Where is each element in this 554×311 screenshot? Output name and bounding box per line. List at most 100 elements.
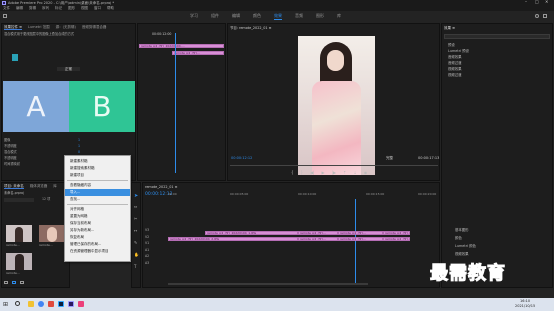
effects-tree-item[interactable]: 视频过渡 <box>448 72 469 78</box>
prop-value[interactable]: 1 <box>78 144 80 149</box>
browser-icon[interactable] <box>38 301 44 307</box>
timeline-clip[interactable]: remote_p4_(文)... <box>383 231 410 235</box>
project-search-input[interactable] <box>4 198 34 202</box>
menu-view-hidden[interactable]: 查看隐藏内容 <box>65 182 130 189</box>
home-icon[interactable] <box>3 14 7 18</box>
track-label[interactable]: A2 <box>145 253 149 260</box>
icon-view-icon[interactable] <box>12 281 16 284</box>
slip-tool-icon[interactable]: ↔ <box>134 228 137 234</box>
timeline-clip[interactable]: remote_p4_(文)... <box>338 237 383 241</box>
timeline-clip[interactable]: remote_p4_(文)_20220104_1.JPG <box>205 231 298 235</box>
workspace-assembly[interactable]: 组件 <box>211 13 219 20</box>
timeline-playhead[interactable] <box>355 199 356 285</box>
tab-audio-mixer[interactable]: 音频剪辑混合器 <box>82 25 107 29</box>
track-label[interactable]: A3 <box>145 260 149 267</box>
play-icon[interactable]: ▶ <box>322 170 325 176</box>
menu-align-grid[interactable]: 对齐网格 <box>65 206 130 213</box>
effects-search-input[interactable] <box>444 34 550 39</box>
tab-media-browser[interactable]: 媒体浏览器 <box>30 184 48 188</box>
selection-tool-icon[interactable]: ➤ <box>134 193 138 199</box>
workspace-graphics[interactable]: 图形 <box>316 13 324 20</box>
list-view-icon[interactable] <box>4 281 8 284</box>
extract-icon[interactable]: ⇣ <box>353 170 356 176</box>
new-bin-icon[interactable] <box>20 281 24 284</box>
timeline-clip[interactable]: remote_p4_(文)... <box>298 237 338 241</box>
source-playhead[interactable] <box>175 33 176 173</box>
prop-value[interactable]: 1 <box>78 138 80 143</box>
effects-panel-title[interactable]: 效果 ≡ <box>444 26 455 30</box>
pen-tool-icon[interactable]: ✎ <box>134 240 137 246</box>
menu-reset-grid[interactable]: 重置为网格 <box>65 213 130 220</box>
lower-panel-item[interactable]: Lumetri 颜色 <box>455 242 476 250</box>
menu-find[interactable]: 查找... <box>65 196 130 203</box>
timeline-scrollbar[interactable] <box>168 283 368 285</box>
timeline-clip[interactable]: remote_p4_(文)... <box>383 237 410 241</box>
tab-libraries[interactable]: 库 <box>53 184 57 188</box>
track-label[interactable]: V3 <box>145 227 149 234</box>
lower-panel-item[interactable]: 基本图形 <box>455 226 476 234</box>
menu-new-bin[interactable]: 新建素材箱 <box>65 158 130 165</box>
taskbar-clock[interactable]: 16:10 <box>520 299 530 303</box>
app-icon[interactable] <box>48 301 54 307</box>
project-thumb[interactable] <box>6 225 32 242</box>
timeline-title[interactable]: remote_2022_01 ≡ <box>145 185 177 189</box>
prop-value[interactable]: 0 <box>78 150 80 155</box>
start-icon[interactable]: ⊞ <box>3 301 8 308</box>
lower-panel-item[interactable]: 颜色 <box>455 234 476 242</box>
ripple-tool-icon[interactable]: ⇔ <box>134 204 137 210</box>
lift-icon[interactable]: ⇡ <box>343 170 346 176</box>
hand-tool-icon[interactable]: ✋ <box>134 252 139 258</box>
tab-lumetri-scopes[interactable]: Lumetri 范围 <box>28 25 50 29</box>
step-forward-icon[interactable]: |▶ <box>332 170 336 176</box>
menu-reveal-in-explorer[interactable]: 在资源管理器中显示项目 <box>65 248 130 255</box>
chat-icon[interactable] <box>78 301 84 307</box>
premiere-taskbar-icon[interactable] <box>68 301 74 307</box>
timeline-clip[interactable]: remote_p4_(文)_20220104_2.JPG <box>168 237 298 241</box>
step-back-icon[interactable]: ◀| <box>310 170 314 176</box>
project-thumb[interactable] <box>39 225 65 242</box>
menu-save-layout[interactable]: 保存当前布局 <box>65 220 130 227</box>
workspace-libraries[interactable]: 库 <box>337 13 341 20</box>
explorer-icon[interactable] <box>28 301 34 307</box>
timeline-ruler[interactable]: 00:00 00:00:05:00 00:00:10:00 00:00:15:0… <box>168 192 438 199</box>
workspace-editing[interactable]: 编辑 <box>232 13 240 20</box>
source-clip-1[interactable]: remote_p4_(文)_20220104.... <box>139 44 224 48</box>
tab-source[interactable]: 源：(无剪辑) <box>56 25 76 29</box>
share-icon[interactable] <box>543 14 547 18</box>
timeline-clip[interactable]: remote_p4_(文)... <box>338 231 383 235</box>
photoshop-icon[interactable] <box>58 301 64 307</box>
track-label[interactable]: V1 <box>145 240 149 247</box>
razor-tool-icon[interactable]: ✂ <box>134 216 137 222</box>
type-tool-icon[interactable]: T <box>134 264 136 270</box>
workspace-color[interactable]: 颜色 <box>253 13 261 20</box>
timeline-clip[interactable]: remote_p4_(文)... <box>298 231 338 235</box>
menu-import[interactable]: 导入... <box>65 189 130 196</box>
mark-out-icon[interactable]: } <box>301 170 304 176</box>
mark-in-icon[interactable]: { <box>291 170 294 176</box>
ruler-tick: 00:00 <box>168 192 177 196</box>
menu-save-as-layout[interactable]: 另存为新布局... <box>65 227 130 234</box>
menu-manage-layouts[interactable]: 管理已保存的布局... <box>65 241 130 248</box>
camera-icon[interactable]: ◉ <box>364 170 368 176</box>
workspace-effects[interactable]: 效果 <box>274 13 282 20</box>
lower-panel-item[interactable]: 视频效果 <box>455 250 476 258</box>
menu-restore-layout[interactable]: 恢复布局 <box>65 234 130 241</box>
search-icon[interactable] <box>535 14 539 18</box>
tab-effect-controls[interactable]: 效果控件 ≡ <box>4 25 23 31</box>
program-monitor-title[interactable]: 节目: remote_2022_01 ≡ <box>230 26 271 30</box>
workspace-learn[interactable]: 学习 <box>190 13 198 20</box>
source-clip-2[interactable]: remote_p4_(文)... <box>172 51 224 55</box>
track-headers: V3 V2 V1 A1 A2 A3 <box>145 227 149 266</box>
tab-project[interactable]: 项目: 未命名 <box>4 184 24 190</box>
menu-new-search-bin[interactable]: 新建搜索素材箱 <box>65 165 130 172</box>
workspace-audio[interactable]: 音频 <box>295 13 303 20</box>
menu-new-item[interactable]: 新建项目 <box>65 172 130 179</box>
project-thumb[interactable] <box>6 253 32 270</box>
program-scrub-bar[interactable] <box>230 165 438 166</box>
project-bottom-toolbar <box>4 281 24 284</box>
blend-mode-value[interactable]: 正常 <box>57 67 80 72</box>
taskbar-date[interactable]: 2021/10/15 <box>515 304 535 308</box>
program-timecode-current[interactable]: 00:00:12:12 <box>231 156 252 160</box>
program-fit-select[interactable]: 完整 <box>386 156 393 160</box>
search-taskbar-icon[interactable] <box>15 301 20 306</box>
